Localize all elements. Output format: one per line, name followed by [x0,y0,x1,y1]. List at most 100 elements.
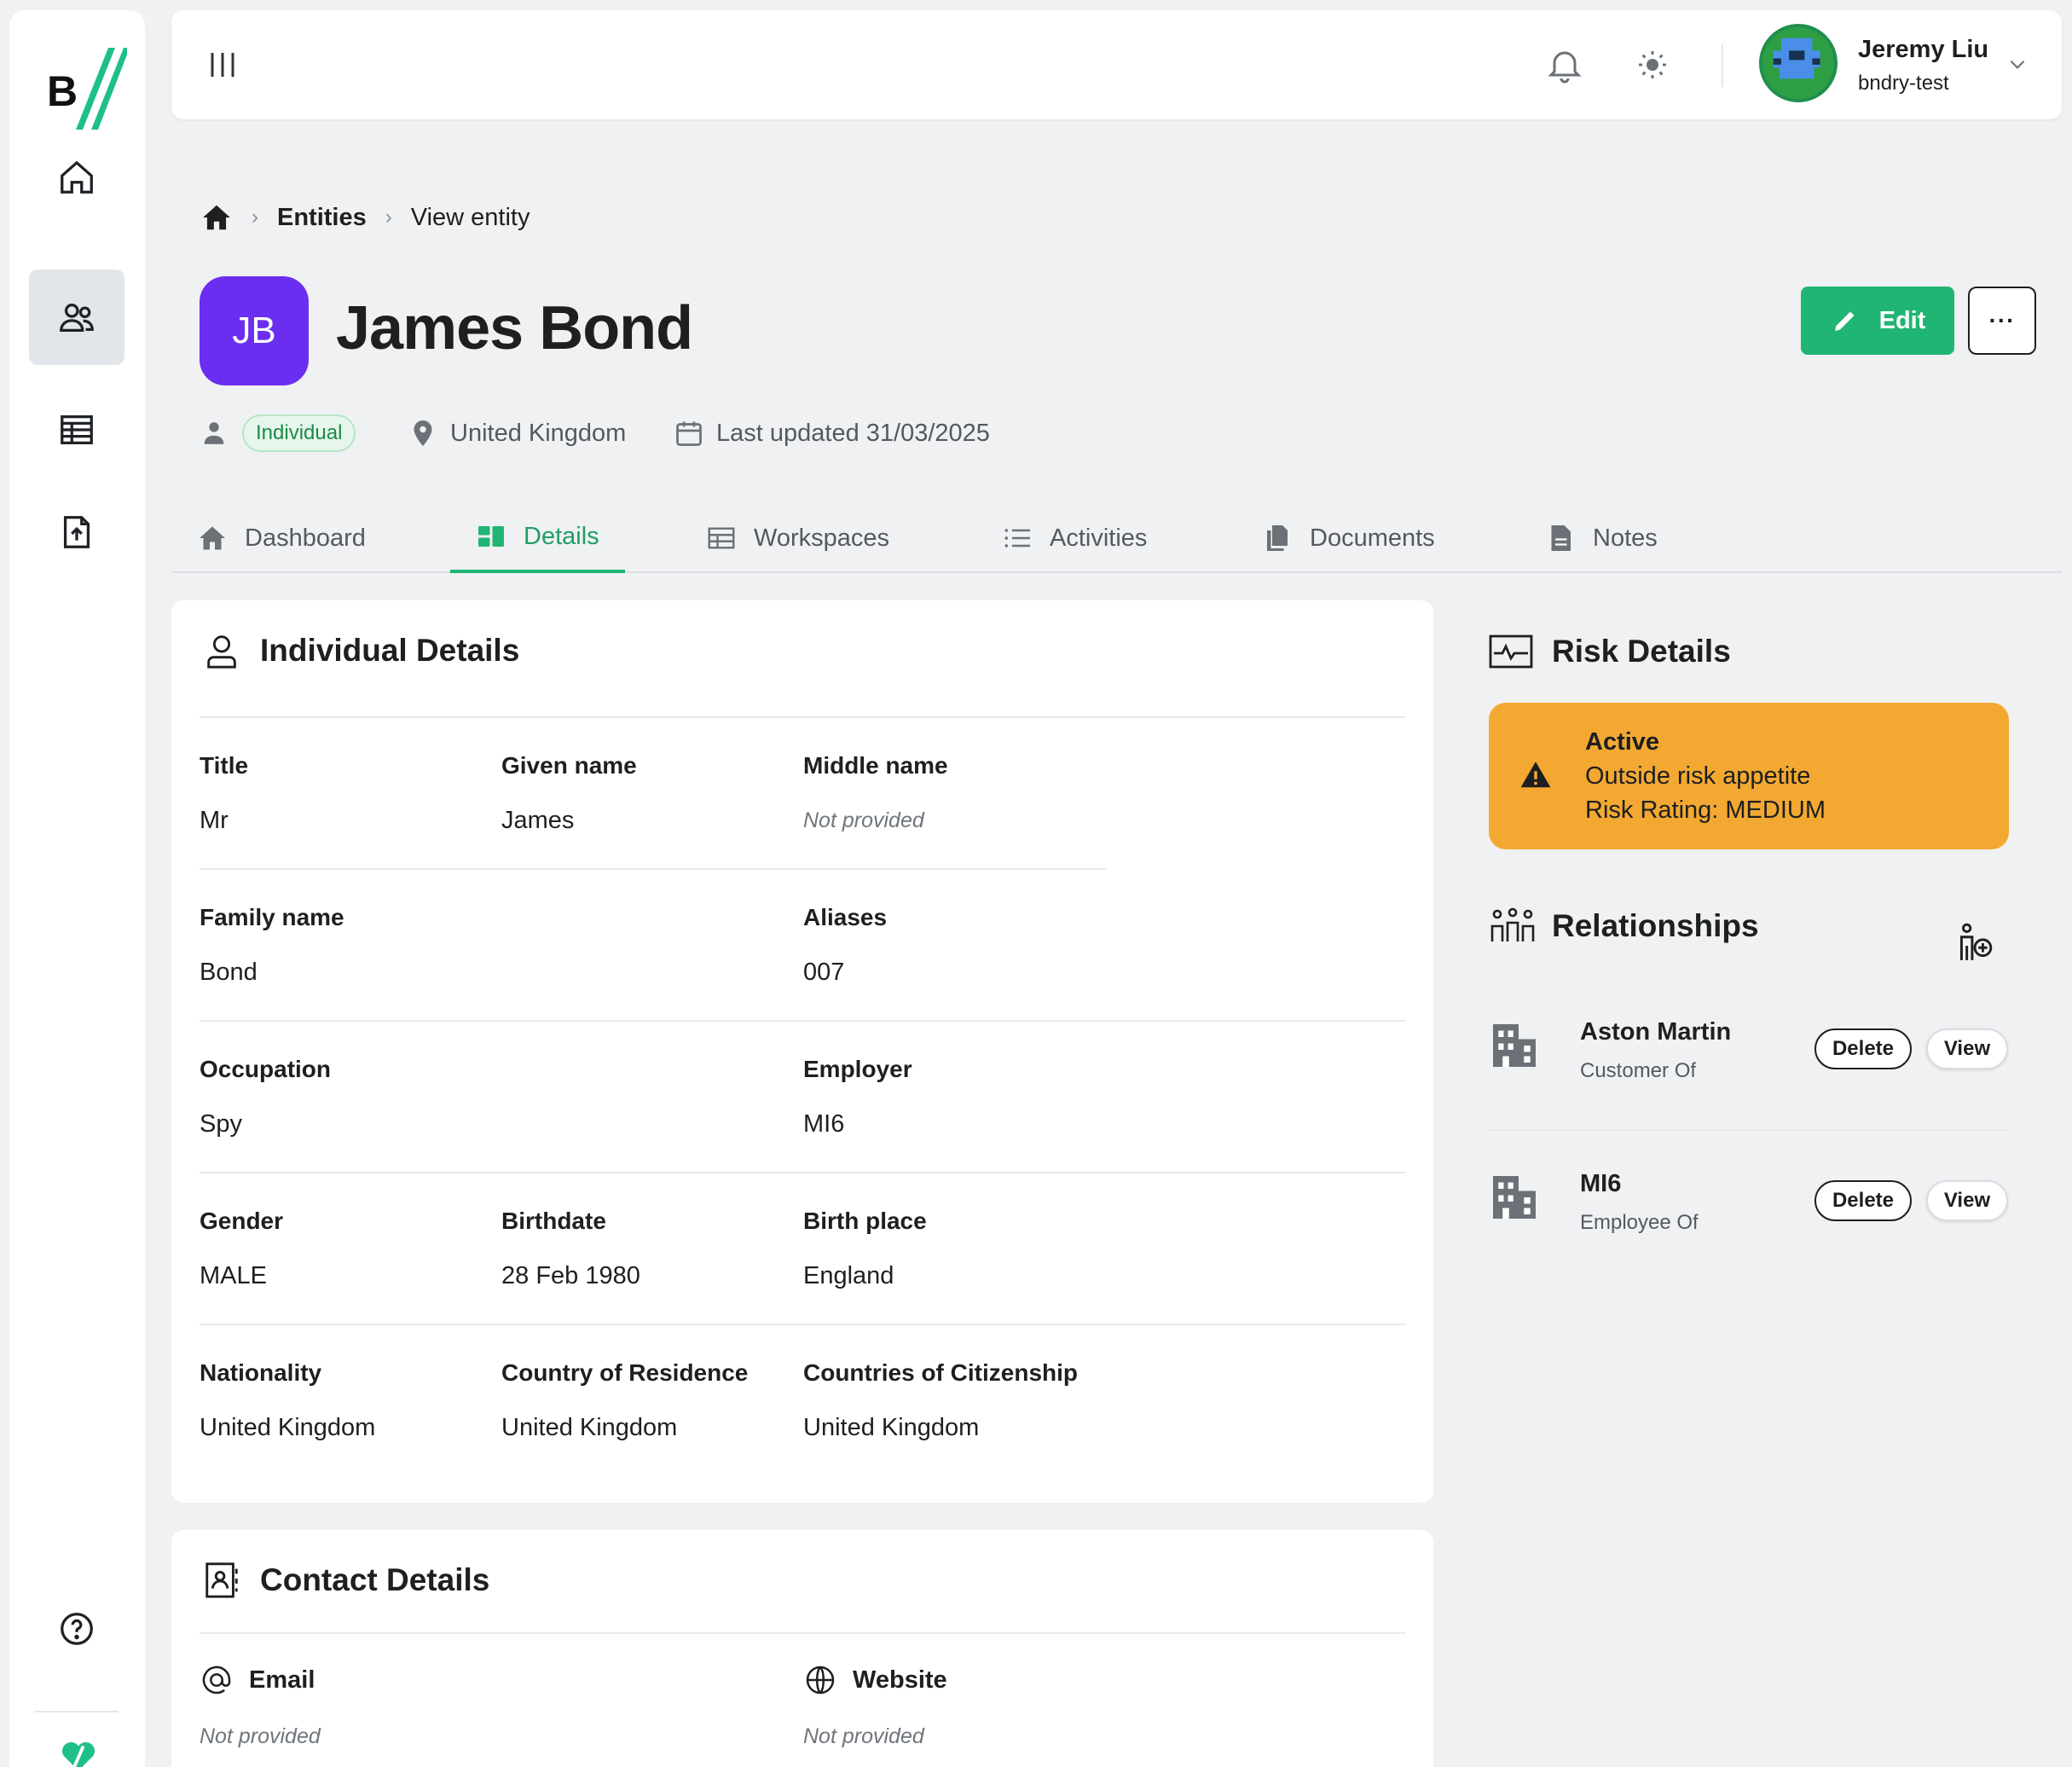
heart-logo-icon [62,1741,95,1767]
chevron-down-icon[interactable] [2006,53,2029,75]
people-group-icon [1490,907,1535,941]
users-icon [60,303,94,332]
tab-documents[interactable]: Documents [1262,503,1435,573]
individual-details-card: Individual Details Title Mr Given name J… [171,600,1433,1503]
relationship-name: MI6 [1580,1170,1622,1197]
field-value: Bond [200,959,258,986]
website-value: Not provided [803,1724,924,1748]
relationship-name: Aston Martin [1580,1018,1732,1046]
field-value: MALE [200,1262,267,1289]
building-icon [1493,1176,1536,1219]
tab-details[interactable]: Details [450,503,625,573]
tab-label: Workspaces [754,524,890,552]
risk-details-heading: Risk Details [1489,633,1731,670]
email-label: Email [200,1663,315,1697]
relationships-title: Relationships [1552,908,1759,943]
relationship-item: Aston Martin Customer Of Delete View [1489,1010,2009,1129]
tab-workspaces[interactable]: Workspaces [706,503,889,573]
sidebar: B [9,10,145,1767]
nav-tables[interactable] [29,382,124,478]
field-value: Spy [200,1110,242,1138]
menu-icon[interactable] [207,48,238,82]
view-relationship-button[interactable]: View [1926,1028,2008,1069]
email-value: Not provided [200,1724,321,1748]
nav-documents[interactable] [29,484,124,580]
home-icon[interactable] [200,201,233,234]
calendar-icon [676,421,702,446]
entity-avatar: JB [200,276,309,385]
field-label: Countries of Citizenship [803,1359,1078,1386]
breadcrumb-separator: › [252,206,258,229]
contact-details-title: Contact Details [260,1562,490,1597]
breadcrumb-entities-link[interactable]: Entities [277,204,367,232]
field-label: Birthdate [501,1208,606,1234]
person-icon [204,422,224,444]
relationship-item: MI6 Employee Of Delete View [1489,1162,2009,1281]
top-bar: Jeremy Liu bndry-test [171,10,2062,119]
breadcrumb-separator: › [385,206,392,229]
tab-activities[interactable]: Activities [1002,503,1147,573]
divider [200,1632,1405,1634]
bell-icon[interactable] [1544,44,1585,85]
building-icon [1493,1024,1536,1067]
tab-notes[interactable]: Notes [1545,503,1658,573]
tab-label: Dashboard [245,524,366,552]
tab-dashboard[interactable]: Dashboard [197,503,366,573]
divider [200,1020,1405,1022]
tab-label: Activities [1050,524,1148,552]
sun-icon[interactable] [1632,44,1673,85]
pencil-icon [1834,311,1855,331]
help-icon [61,1613,93,1645]
activity-icon [1489,634,1533,669]
nav-entities[interactable] [29,269,124,365]
view-relationship-button[interactable]: View [1926,1180,2008,1221]
field-value: 007 [803,959,845,986]
entity-country: United Kingdom [408,413,626,454]
field-value: United Kingdom [200,1414,376,1441]
page-title: James Bond [336,294,693,362]
relationship-role: Customer Of [1580,1059,1697,1082]
edit-button-label: Edit [1878,306,1926,334]
field-value: Not provided [803,808,924,832]
relationship-role: Employee Of [1580,1211,1699,1234]
user-org: bndry-test [1858,72,1949,95]
card-title: Individual Details [202,631,519,670]
app-logo[interactable]: B [42,36,127,130]
more-options-button[interactable]: ··· [1968,287,2036,355]
divider [200,868,1106,870]
field-label: Nationality [200,1359,322,1386]
user-avatar[interactable] [1759,24,1838,102]
delete-relationship-button[interactable]: Delete [1814,1028,1912,1069]
field-label: Occupation [200,1056,332,1082]
add-person-icon[interactable] [1953,921,1995,964]
person-outline-icon [207,635,236,669]
divider [200,1324,1405,1325]
last-updated-text: Last updated 31/03/2025 [716,419,990,447]
field-value: United Kingdom [803,1414,980,1441]
field-label: Gender [200,1208,284,1234]
field-label: Family name [200,904,344,930]
risk-status-banner: Active Outside risk appetite Risk Rating… [1489,703,2009,849]
field-value: 28 Feb 1980 [501,1262,640,1289]
svg-text:B: B [47,67,78,115]
edit-button[interactable]: Edit [1801,287,1954,355]
file-upload-icon [63,516,90,548]
field-value: MI6 [803,1110,845,1138]
entity-country-text: United Kingdom [450,419,627,447]
risk-rating: Risk Rating: MEDIUM [1585,797,1826,824]
field-value: Mr [200,807,229,834]
documents-icon [1267,525,1288,551]
note-icon [1551,525,1571,551]
field-value: England [803,1262,894,1289]
field-label: Country of Residence [501,1359,749,1386]
nav-home[interactable] [29,130,124,225]
status-badge: Individual [242,414,356,452]
globe-icon [806,1666,835,1695]
home-icon [61,160,93,194]
field-label: Birth place [803,1208,927,1234]
nav-help[interactable] [29,1581,124,1677]
delete-relationship-button[interactable]: Delete [1814,1180,1912,1221]
home-icon [200,526,225,550]
relationships-heading: Relationships [1489,907,1759,945]
user-name[interactable]: Jeremy Liu [1858,36,1988,64]
